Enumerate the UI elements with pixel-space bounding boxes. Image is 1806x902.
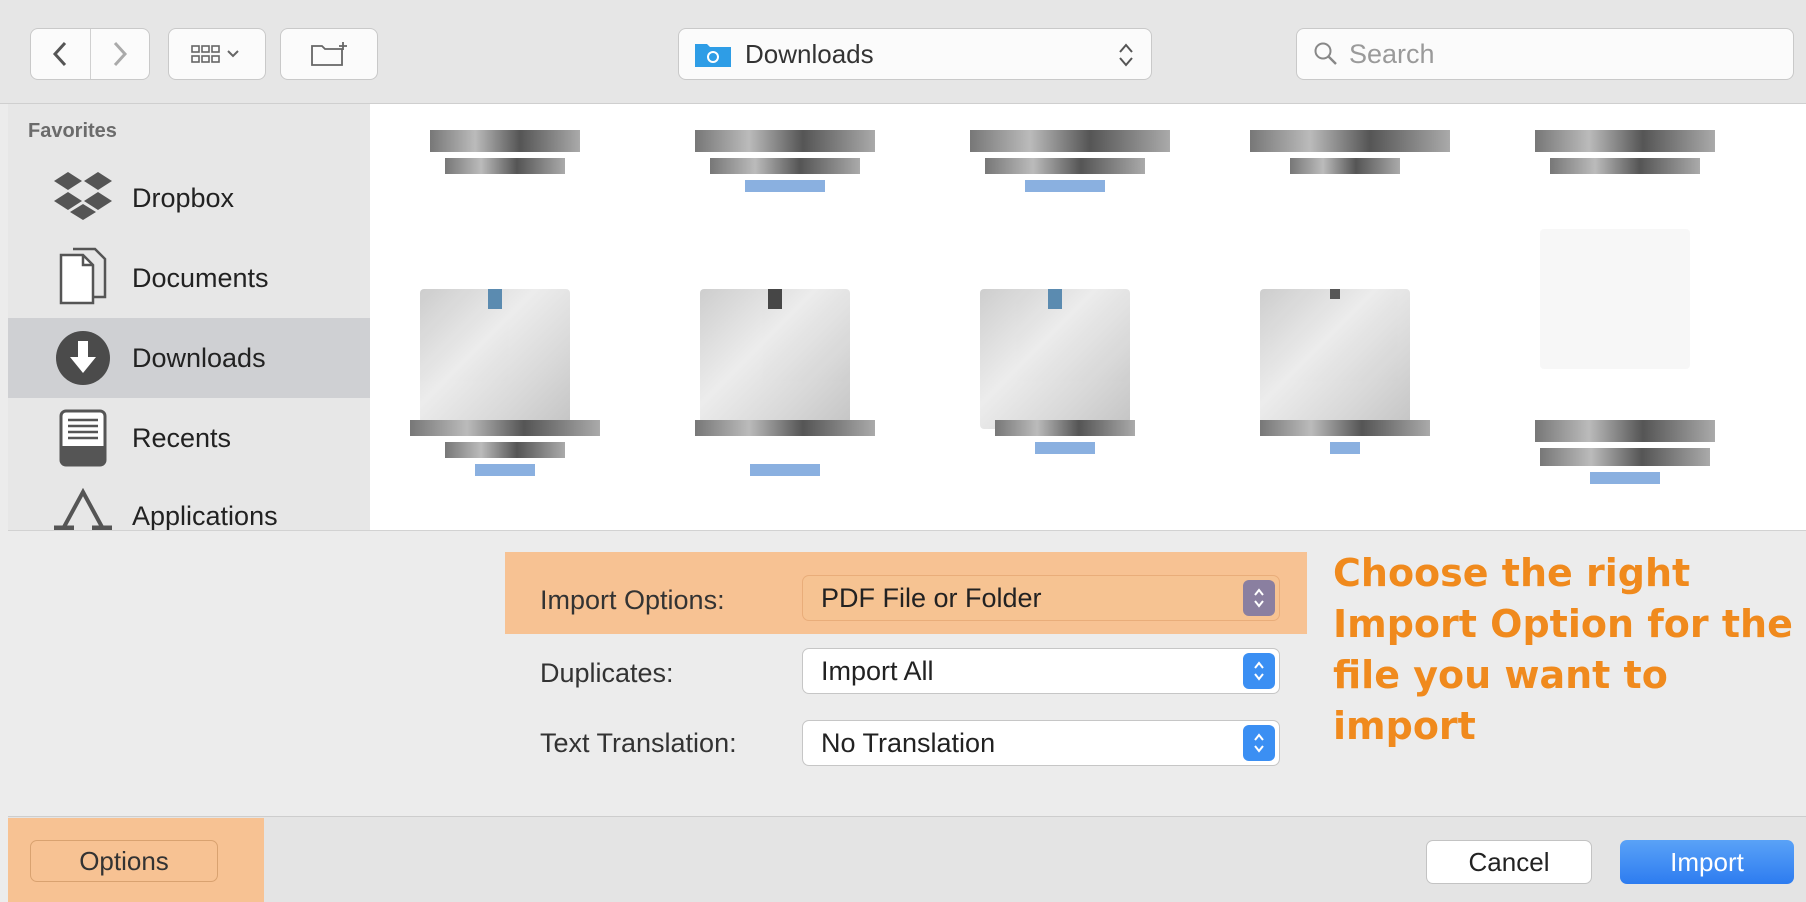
file-item[interactable]	[700, 229, 850, 429]
duplicates-label: Duplicates:	[540, 658, 674, 688]
file-item[interactable]	[970, 414, 1160, 454]
sidebar-heading: Favorites	[28, 120, 117, 142]
file-browser	[370, 104, 1806, 530]
text-translation-value: No Translation	[821, 727, 996, 758]
file-item[interactable]	[970, 124, 1170, 192]
new-folder-button[interactable]	[280, 28, 378, 80]
import-options-label: Import Options:	[540, 585, 725, 615]
sidebar-item-label: Downloads	[132, 342, 266, 373]
sidebar-item-label: Documents	[132, 262, 269, 293]
import-options-value: PDF File or Folder	[821, 582, 1042, 613]
location-popup[interactable]: Downloads	[678, 28, 1152, 80]
search-field[interactable]: Search	[1296, 28, 1794, 80]
sidebar-item-dropbox[interactable]: Dropbox	[8, 158, 370, 238]
sidebar-item-documents[interactable]: Documents	[8, 238, 370, 318]
view-mode-button[interactable]	[168, 28, 266, 80]
import-options-select[interactable]: PDF File or Folder	[802, 575, 1280, 621]
file-item[interactable]	[980, 229, 1130, 429]
chevron-right-icon	[113, 41, 128, 67]
back-button[interactable]	[31, 29, 90, 79]
popup-arrows-icon	[1243, 580, 1275, 616]
documents-icon	[48, 243, 118, 313]
file-item[interactable]	[1530, 124, 1720, 174]
file-item[interactable]	[1530, 414, 1720, 484]
sidebar-item-label: Recents	[132, 422, 232, 453]
file-item[interactable]	[1540, 229, 1690, 369]
file-item[interactable]	[410, 414, 600, 476]
file-item[interactable]	[690, 124, 880, 192]
forward-button[interactable]	[89, 29, 149, 79]
file-item[interactable]	[690, 414, 880, 476]
downloads-folder-icon	[695, 44, 731, 67]
applications-icon	[48, 481, 118, 530]
popup-arrows-icon	[1243, 653, 1275, 689]
up-down-arrows-icon	[1119, 43, 1133, 67]
file-item[interactable]	[410, 124, 600, 174]
toolbar: Downloads Search	[0, 0, 1806, 104]
popup-arrows-icon	[1243, 725, 1275, 761]
duplicates-select[interactable]: Import All	[802, 648, 1280, 694]
search-placeholder: Search	[1349, 38, 1435, 69]
sidebar-item-label: Dropbox	[132, 182, 235, 213]
dropbox-icon	[48, 163, 118, 233]
recents-icon	[48, 403, 118, 473]
nav-buttons	[30, 28, 150, 80]
sidebar-item-downloads[interactable]: Downloads	[8, 318, 370, 398]
sidebar-item-recents[interactable]: Recents	[8, 398, 370, 478]
sidebar-item-label: Applications	[132, 500, 278, 531]
text-translation-label: Text Translation:	[540, 728, 737, 758]
text-translation-select[interactable]: No Translation	[802, 720, 1280, 766]
file-item[interactable]	[1250, 414, 1440, 454]
import-button[interactable]: Import	[1620, 840, 1794, 884]
options-button[interactable]: Options	[30, 840, 218, 882]
duplicates-value: Import All	[821, 655, 934, 686]
file-item[interactable]	[420, 229, 570, 429]
new-folder-icon	[311, 42, 347, 66]
callout-annotation: Choose the right Import Option for the f…	[1333, 551, 1793, 748]
search-icon	[1314, 42, 1337, 65]
file-item[interactable]	[1260, 229, 1410, 429]
file-item[interactable]	[1250, 124, 1450, 174]
downloads-icon	[48, 323, 118, 393]
icon-grid-icon	[191, 45, 239, 63]
cancel-button[interactable]: Cancel	[1426, 840, 1592, 884]
chevron-left-icon	[53, 41, 67, 67]
sidebar-item-applications[interactable]: Applications	[8, 476, 370, 530]
sidebar: Favorites Dropbox Documents Downloads Re…	[8, 104, 370, 530]
location-label: Downloads	[745, 38, 874, 69]
